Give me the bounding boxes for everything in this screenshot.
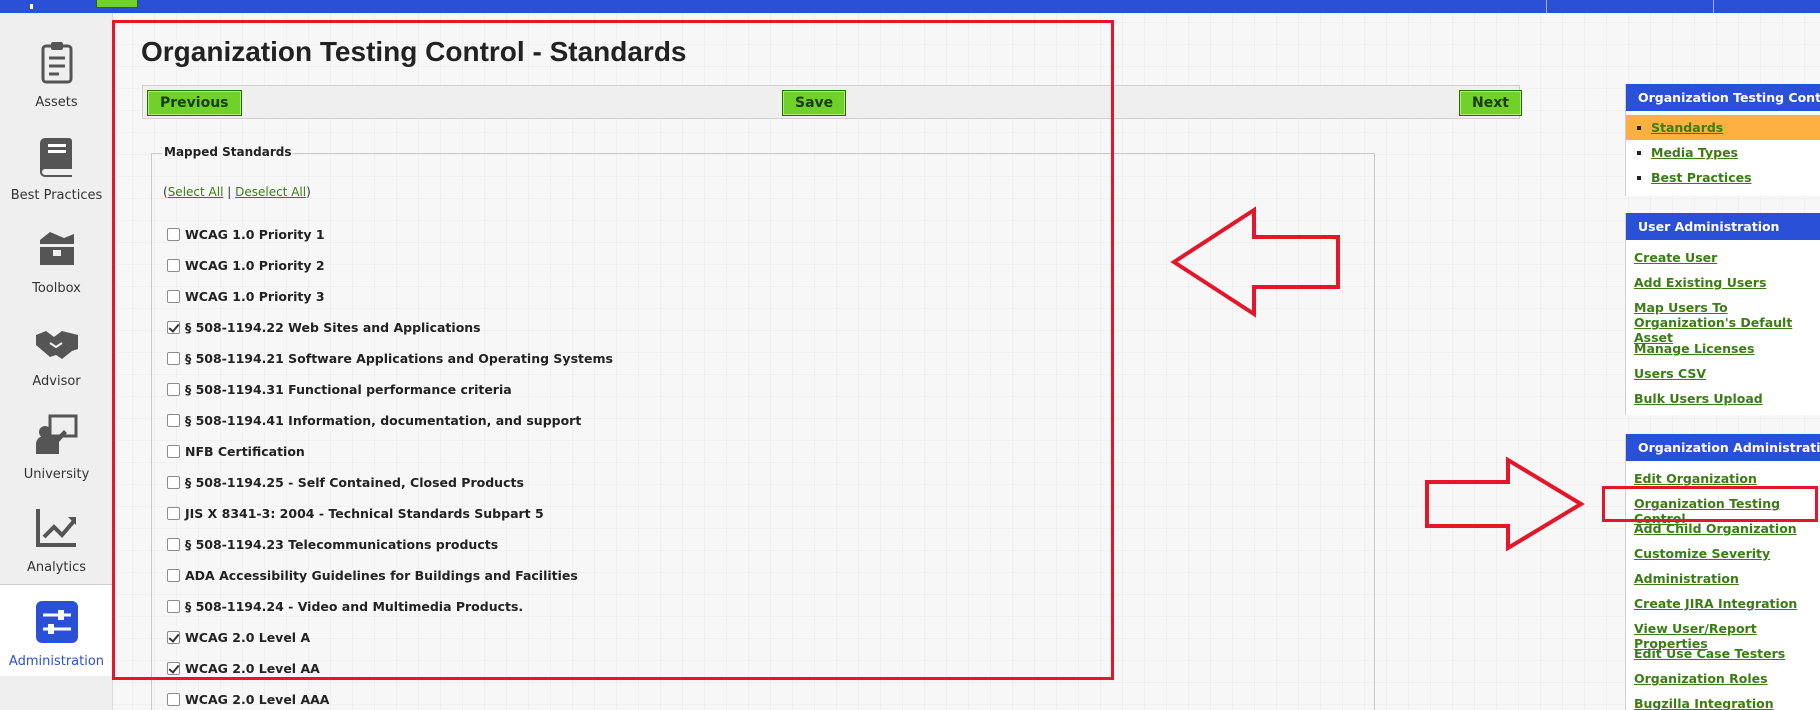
org-admin-panel: Organization Administration Edit Organiz… [1625, 434, 1820, 710]
chart-icon [36, 509, 76, 547]
standard-checkbox[interactable] [167, 228, 180, 241]
left-nav: Assets Best Practices Toolbox Advisor Un… [0, 13, 113, 710]
add-existing-users-link[interactable]: Add Existing Users [1634, 270, 1820, 295]
standard-label: WCAG 1.0 Priority 1 [185, 227, 325, 242]
panel-item-standards[interactable]: Standards [1626, 115, 1820, 140]
standard-label: § 508-1194.21 Software Applications and … [185, 351, 613, 366]
app-logo-fragment [30, 4, 33, 9]
standard-checkbox[interactable] [167, 631, 180, 644]
close-paren: ) [306, 185, 311, 199]
edit-organization-link[interactable]: Edit Organization [1634, 466, 1820, 491]
standard-checkbox[interactable] [167, 693, 180, 706]
nav-item-assets[interactable]: Assets [0, 26, 113, 118]
nav-item-toolbox[interactable]: Toolbox [0, 212, 113, 304]
nav-label: Advisor [32, 374, 81, 389]
standard-label: ADA Accessibility Guidelines for Buildin… [185, 568, 578, 583]
map-users-link[interactable]: Map Users To Organization's Default Asse… [1634, 295, 1820, 345]
panel-link[interactable]: Best Practices [1651, 170, 1820, 185]
nav-label: Administration [8, 654, 105, 669]
panel-title: Organization Testing Control [1626, 84, 1820, 111]
teacher-icon [36, 414, 78, 454]
toolbox-icon [40, 232, 74, 265]
nav-label: Best Practices [10, 188, 103, 203]
standard-checkbox[interactable] [167, 445, 180, 458]
standard-label: WCAG 2.0 Level A [185, 630, 311, 645]
nav-label: University [23, 467, 90, 482]
nav-label: Toolbox [32, 281, 81, 296]
nav-item-administration[interactable]: Administration [0, 584, 113, 676]
standard-label: WCAG 1.0 Priority 3 [185, 289, 325, 304]
user-admin-panel: User Administration Create User Add Exis… [1625, 213, 1820, 415]
top-bar-tab[interactable] [96, 0, 138, 8]
standard-checkbox[interactable] [167, 352, 180, 365]
right-arrow-annotation [1425, 456, 1585, 552]
standard-label: NFB Certification [185, 444, 305, 459]
standard-checkbox[interactable] [167, 383, 180, 396]
toolbar: Previous Save Next [142, 85, 1522, 119]
select-separator: | [227, 185, 232, 199]
page-title: Organization Testing Control - Standards [141, 36, 687, 67]
testing-control-panel: Organization Testing Control Standards M… [1625, 84, 1820, 196]
panel-title: Organization Administration [1626, 434, 1820, 461]
standard-checkbox[interactable] [167, 414, 180, 427]
handshake-icon [36, 331, 78, 359]
standard-checkbox[interactable] [167, 600, 180, 613]
standard-label: § 508-1194.24 - Video and Multimedia Pro… [185, 599, 524, 614]
top-bar-divider [1713, 0, 1714, 13]
deselect-all-link[interactable]: Deselect All [235, 185, 306, 199]
standard-checkbox[interactable] [167, 476, 180, 489]
nav-item-university[interactable]: University [0, 398, 113, 490]
customize-severity-link[interactable]: Customize Severity [1634, 541, 1820, 566]
nav-label: Assets [35, 95, 78, 110]
next-button[interactable]: Next [1459, 90, 1522, 116]
nav-item-analytics[interactable]: Analytics [0, 491, 113, 583]
panel-link[interactable]: Standards [1651, 120, 1820, 135]
panel-item-media-types[interactable]: Media Types [1626, 140, 1820, 165]
standard-label: WCAG 2.0 Level AA [185, 661, 320, 676]
select-all-link[interactable]: Select All [168, 185, 224, 199]
mapped-standards-legend: Mapped Standards [162, 145, 294, 159]
standard-label: § 508-1194.31 Functional performance cri… [185, 382, 512, 397]
nav-item-best-practices[interactable]: Best Practices [0, 119, 113, 211]
panel-link[interactable]: Media Types [1651, 145, 1820, 160]
create-user-link[interactable]: Create User [1634, 245, 1820, 270]
standard-checkbox[interactable] [167, 662, 180, 675]
standard-label: § 508-1194.23 Telecommunications product… [185, 537, 499, 552]
panel-item-best-practices[interactable]: Best Practices [1626, 165, 1820, 190]
nav-item-advisor[interactable]: Advisor [0, 305, 113, 397]
standard-label: WCAG 1.0 Priority 2 [185, 258, 325, 273]
book-icon [40, 138, 72, 177]
select-links: (Select All | Deselect All) [163, 185, 311, 199]
left-arrow-annotation [1170, 206, 1340, 318]
standard-checkbox[interactable] [167, 290, 180, 303]
users-csv-link[interactable]: Users CSV [1634, 361, 1820, 386]
bulk-users-upload-link[interactable]: Bulk Users Upload [1634, 386, 1820, 411]
standard-label: WCAG 2.0 Level AAA [185, 692, 330, 707]
clipboard-icon [41, 42, 73, 84]
administration-link[interactable]: Administration [1634, 566, 1820, 591]
standard-checkbox[interactable] [167, 259, 180, 272]
sliders-icon [36, 601, 78, 643]
save-button[interactable]: Save [782, 90, 847, 116]
standard-label: JIS X 8341-3: 2004 - Technical Standards… [185, 506, 544, 521]
top-bar-divider [1546, 0, 1547, 13]
standard-label: § 508-1194.22 Web Sites and Applications [185, 320, 481, 335]
standard-checkbox[interactable] [167, 569, 180, 582]
create-jira-integration-link[interactable]: Create JIRA Integration [1634, 591, 1820, 616]
panel-title: User Administration [1626, 213, 1820, 240]
previous-button[interactable]: Previous [147, 90, 242, 116]
standard-checkbox[interactable] [167, 538, 180, 551]
standard-label: § 508-1194.25 - Self Contained, Closed P… [185, 475, 524, 490]
standard-checkbox[interactable] [167, 507, 180, 520]
standard-label: § 508-1194.41 Information, documentation… [185, 413, 582, 428]
organization-roles-link[interactable]: Organization Roles [1634, 666, 1820, 691]
standard-checkbox[interactable] [167, 321, 180, 334]
view-user-report-properties-link[interactable]: View User/Report Properties [1634, 616, 1820, 651]
bugzilla-integration-link[interactable]: Bugzilla Integration [1634, 691, 1820, 710]
organization-testing-control-link[interactable]: Organization Testing Control [1634, 491, 1820, 526]
top-bar [0, 0, 1820, 13]
nav-label: Analytics [26, 560, 87, 575]
